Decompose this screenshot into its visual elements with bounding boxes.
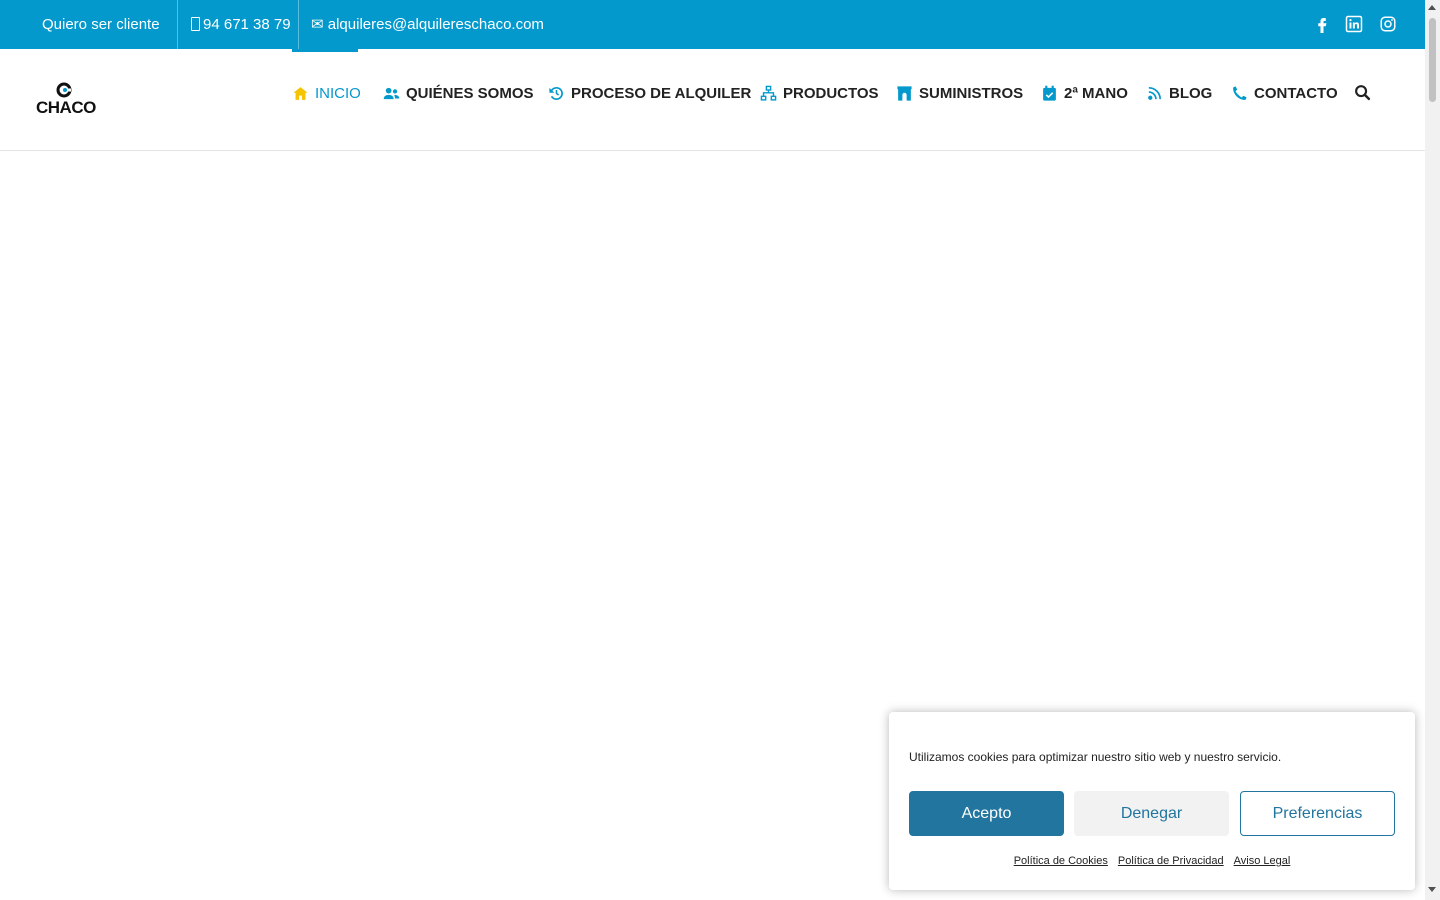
nav-item-segunda-mano[interactable]: 2ª MANO bbox=[1041, 83, 1128, 103]
top-bar-divider bbox=[298, 0, 299, 49]
nav-label: CONTACTO bbox=[1254, 84, 1338, 102]
top-bar-divider bbox=[177, 0, 178, 49]
history-icon bbox=[549, 86, 563, 100]
scroll-thumb[interactable] bbox=[1429, 18, 1436, 102]
page: Quiero ser cliente 94 671 38 79 ✉ alquil… bbox=[0, 0, 1425, 900]
search-icon[interactable] bbox=[1354, 84, 1371, 101]
active-nav-indicator bbox=[292, 49, 358, 52]
phone-number: 94 671 38 79 bbox=[203, 16, 291, 33]
nav-label: SUMINISTROS bbox=[919, 84, 1024, 102]
users-icon bbox=[383, 87, 400, 99]
scroll-up-icon[interactable] bbox=[1428, 5, 1436, 10]
calendar-check-icon bbox=[1043, 85, 1056, 101]
cookie-message: Utilizamos cookies para optimizar nuestr… bbox=[909, 750, 1282, 764]
logo-text: CHACO bbox=[36, 98, 96, 117]
email-address: alquileres@alquilereschaco.com bbox=[327, 16, 544, 33]
nav-item-proceso-de-alquiler[interactable]: PROCESO DE ALQUILER bbox=[548, 83, 751, 103]
cookie-policy-link[interactable]: Política de Cookies bbox=[1014, 855, 1108, 867]
client-link[interactable]: Quiero ser cliente bbox=[42, 0, 160, 49]
top-bar: Quiero ser cliente 94 671 38 79 ✉ alquil… bbox=[0, 0, 1425, 49]
email-link[interactable]: ✉ alquileres@alquilereschaco.com bbox=[311, 0, 544, 49]
nav-item-productos[interactable]: PRODUCTOS bbox=[760, 83, 879, 103]
instagram-icon[interactable] bbox=[1379, 15, 1397, 33]
linkedin-icon[interactable] bbox=[1345, 15, 1363, 33]
cookie-banner: Utilizamos cookies para optimizar nuestr… bbox=[889, 712, 1415, 890]
nav-item-quienes-somos[interactable]: QUIÉNES SOMOS bbox=[383, 83, 534, 103]
legal-notice-link[interactable]: Aviso Legal bbox=[1234, 855, 1291, 867]
blog-icon bbox=[1148, 86, 1162, 100]
page-scrollbar[interactable] bbox=[1425, 0, 1440, 900]
nav-item-inicio[interactable]: INICIO bbox=[292, 83, 361, 103]
accept-button[interactable]: Acepto bbox=[909, 791, 1064, 836]
site-header: CHACO INICIO QUIÉNES SOMOS PROCESO DE AL… bbox=[0, 49, 1425, 151]
home-icon bbox=[293, 86, 308, 100]
cookie-links: Política de Cookies Política de Privacid… bbox=[889, 855, 1415, 867]
nav-label: PRODUCTOS bbox=[783, 84, 879, 102]
facebook-icon[interactable] bbox=[1313, 15, 1331, 33]
phone-icon bbox=[1233, 85, 1247, 100]
nav-item-blog[interactable]: BLOG bbox=[1146, 83, 1212, 103]
nav-label: QUIÉNES SOMOS bbox=[406, 84, 534, 102]
scroll-down-icon[interactable] bbox=[1428, 887, 1436, 892]
nav-label: PROCESO DE ALQUILER bbox=[571, 84, 752, 102]
envelope-icon: ✉ bbox=[311, 16, 324, 33]
nav-label: 2ª MANO bbox=[1064, 84, 1128, 102]
privacy-policy-link[interactable]: Política de Privacidad bbox=[1118, 855, 1224, 867]
phone-link[interactable]: 94 671 38 79 bbox=[191, 0, 291, 49]
nav-item-contacto[interactable]: CONTACTO bbox=[1231, 83, 1338, 103]
phone-glyph-icon bbox=[191, 17, 200, 31]
nav-label: BLOG bbox=[1169, 84, 1213, 102]
deny-button[interactable]: Denegar bbox=[1074, 791, 1229, 836]
archway-icon bbox=[897, 85, 912, 101]
site-logo[interactable]: CHACO bbox=[34, 82, 96, 118]
nav-item-suministros[interactable]: SUMINISTROS bbox=[896, 83, 1023, 103]
sitemap-icon bbox=[760, 85, 777, 101]
nav-label: INICIO bbox=[315, 84, 361, 102]
preferences-button[interactable]: Preferencias bbox=[1240, 791, 1395, 836]
